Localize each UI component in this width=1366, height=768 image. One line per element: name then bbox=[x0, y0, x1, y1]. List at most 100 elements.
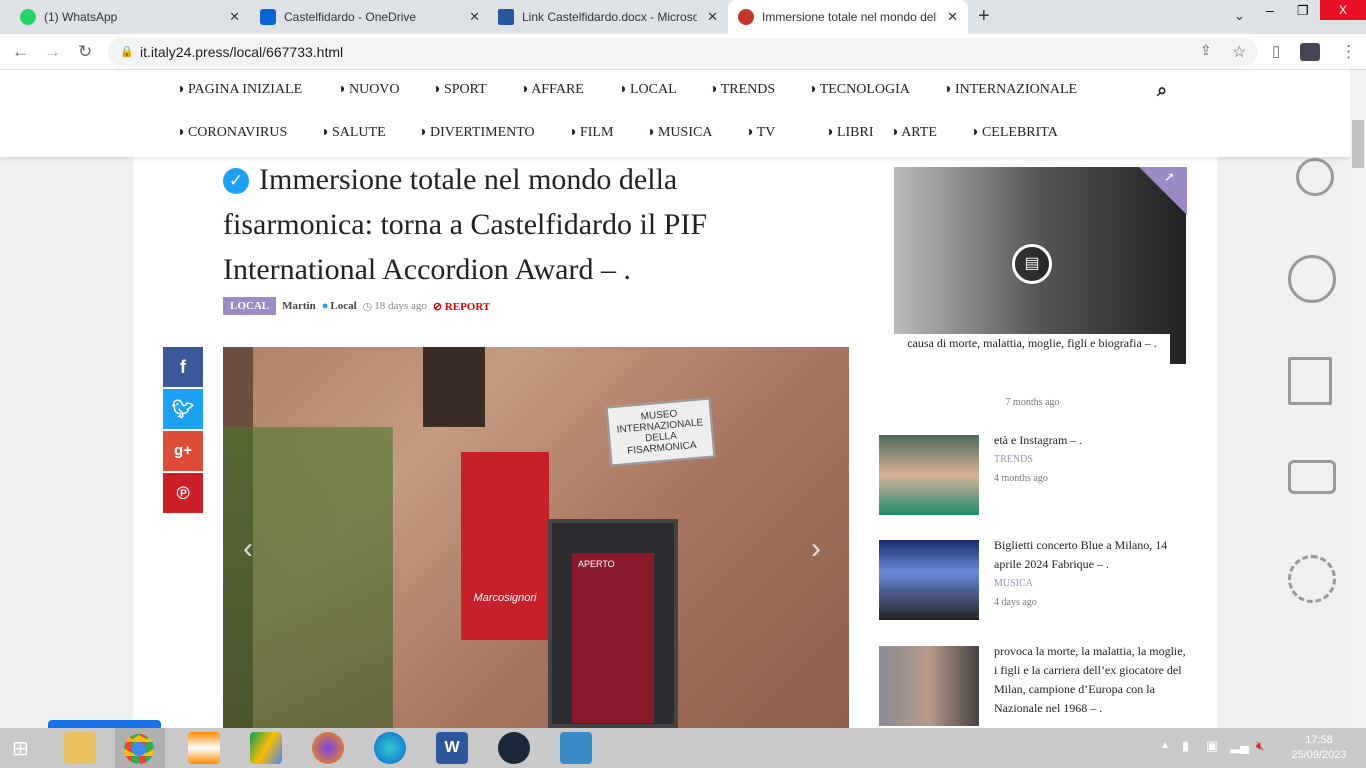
post-title[interactable]: età e Instagram – . bbox=[994, 431, 1184, 450]
close-tab-icon[interactable]: ✕ bbox=[469, 9, 480, 25]
forward-icon[interactable]: → bbox=[44, 42, 61, 62]
back-icon[interactable]: ← bbox=[12, 42, 29, 62]
volume-muted-icon[interactable]: 🔇︎ bbox=[1256, 738, 1264, 754]
report-link[interactable]: ⊘ REPORT bbox=[433, 300, 490, 313]
nav-item-salute[interactable]: ◑ SALUTE bbox=[320, 125, 386, 141]
nav-item-film[interactable]: ◑ FILM bbox=[568, 125, 613, 141]
ubuntu-icon[interactable] bbox=[1288, 255, 1336, 303]
post-thumbnail[interactable] bbox=[879, 646, 979, 726]
post-date: 4 days ago bbox=[994, 597, 1037, 608]
nav-label: SPORT bbox=[443, 82, 487, 97]
menu-icon[interactable]: ⋮ bbox=[1340, 42, 1357, 62]
photos-icon[interactable] bbox=[560, 732, 592, 764]
nav-item-divertimento[interactable]: ◑ DIVERTIMENTO bbox=[418, 125, 535, 141]
article-time: 18 days ago bbox=[374, 300, 427, 312]
battery-icon[interactable]: ▮ bbox=[1182, 738, 1189, 754]
sidebar-post[interactable]: provoca la morte, la malattia, la moglie… bbox=[994, 642, 1189, 718]
tab-title: Castelfidardo - OneDrive bbox=[284, 10, 417, 24]
url-input[interactable]: 🔒 it.italy24.press/local/667733.html bbox=[108, 38, 1258, 66]
tab-word[interactable]: Link Castelfidardo.docx - Microsoft Word… bbox=[488, 0, 728, 34]
windows-icon[interactable] bbox=[1288, 357, 1332, 405]
category-badge[interactable]: LOCAL bbox=[223, 297, 277, 315]
signal-icon[interactable]: ▂▄ bbox=[1230, 738, 1249, 754]
share-icon[interactable]: ⇪ bbox=[1200, 42, 1212, 59]
featured-post[interactable]: ➚ ▤ causa di morte, malattia, moglie, fi… bbox=[879, 157, 1187, 394]
nav-item-pagina-iniziale[interactable]: ◑ PAGINA INIZIALE bbox=[176, 82, 302, 98]
twitter-share-button[interactable]: 🐦︎ bbox=[163, 389, 203, 429]
settings-gear-icon[interactable] bbox=[1288, 555, 1336, 603]
chat-widget-tab[interactable] bbox=[48, 720, 161, 728]
close-window-button[interactable]: X bbox=[1320, 0, 1366, 20]
steam-icon[interactable] bbox=[498, 732, 530, 764]
post-category[interactable]: MUSICA bbox=[994, 578, 1189, 589]
close-tab-icon[interactable]: ✕ bbox=[229, 9, 240, 25]
reload-icon[interactable]: ↻ bbox=[78, 42, 92, 62]
new-tab-button[interactable]: + bbox=[978, 5, 990, 28]
nav-item-internazionale[interactable]: ◑ INTERNAZIONALE bbox=[943, 82, 1077, 98]
slider-next-icon[interactable]: › bbox=[811, 532, 821, 566]
post-thumbnail[interactable] bbox=[879, 435, 979, 515]
author-category[interactable]: Local bbox=[330, 300, 356, 312]
half-circle-icon: ◑ bbox=[337, 82, 349, 97]
nav-item-tv[interactable]: ◑ TV bbox=[745, 125, 775, 141]
nav-item-coronavirus[interactable]: ◑ CORONAVIRUS bbox=[176, 125, 287, 141]
post-title[interactable]: provoca la morte, la malattia, la moglie… bbox=[994, 642, 1189, 718]
article-container: ✓ Immersione totale nel mondo della fisar… bbox=[133, 157, 1217, 728]
display-switch-icon[interactable] bbox=[1288, 460, 1336, 494]
post-category[interactable]: TRENDS bbox=[994, 454, 1184, 465]
title-text: Immersione totale nel mondo della fisarm… bbox=[223, 163, 708, 286]
tray-chevron-icon[interactable]: ▲ bbox=[1160, 740, 1170, 751]
firefox-icon[interactable] bbox=[312, 732, 344, 764]
nav-label: TRENDS bbox=[720, 82, 776, 97]
scrollbar[interactable] bbox=[1350, 70, 1366, 728]
tab-onedrive[interactable]: Castelfidardo - OneDrive ✕ bbox=[250, 0, 490, 34]
word-taskbar-icon[interactable]: W bbox=[436, 732, 468, 764]
nav-label: TECNOLOGIA bbox=[819, 82, 910, 97]
close-tab-icon[interactable]: ✕ bbox=[947, 9, 958, 25]
slider-prev-icon[interactable]: ‹ bbox=[243, 532, 253, 566]
nav-item-sport[interactable]: ◑ SPORT bbox=[432, 82, 487, 98]
scrollbar-thumb[interactable] bbox=[1352, 120, 1364, 168]
nav-item-musica[interactable]: ◑ MUSICA bbox=[646, 125, 712, 141]
google-drive-icon[interactable] bbox=[250, 732, 282, 764]
bookmark-star-icon[interactable]: ☆ bbox=[1232, 42, 1246, 62]
edge-icon[interactable] bbox=[374, 732, 406, 764]
nav-item-affare[interactable]: ◑ AFFARE bbox=[520, 82, 584, 98]
network-icon[interactable]: ▣ bbox=[1206, 738, 1218, 754]
chrome-taskbar-button[interactable] bbox=[115, 728, 165, 768]
post-title[interactable]: Biglietti concerto Blue a Milano, 14 apr… bbox=[994, 536, 1189, 574]
nav-item-nuovo[interactable]: ◑ NUOVO bbox=[337, 82, 400, 98]
minimize-button[interactable]: – bbox=[1266, 2, 1274, 18]
sidebar-post[interactable]: Biglietti concerto Blue a Milano, 14 apr… bbox=[994, 536, 1189, 608]
pinterest-share-button[interactable]: ℗ bbox=[163, 473, 203, 513]
sidebar-post[interactable]: età e Instagram – . TRENDS 4 months ago bbox=[994, 431, 1184, 484]
nav-item-tecnologia[interactable]: ◑ TECNOLOGIA bbox=[808, 82, 910, 98]
post-thumbnail[interactable] bbox=[879, 540, 979, 620]
tab-search-icon[interactable]: ⌄ bbox=[1234, 8, 1245, 24]
search-magnifier-icon[interactable] bbox=[1296, 158, 1334, 196]
tab-whatsapp[interactable]: (1) WhatsApp ✕ bbox=[10, 0, 250, 34]
vlc-icon[interactable] bbox=[188, 732, 220, 764]
nav-label: LIBRI bbox=[836, 125, 874, 140]
nav-item-arte[interactable]: ◑ ARTE bbox=[890, 125, 937, 141]
nav-item-local[interactable]: ◑ LOCAL bbox=[618, 82, 677, 98]
nav-label: SALUTE bbox=[331, 125, 386, 140]
search-icon[interactable]: ⌕ bbox=[1157, 80, 1167, 101]
close-tab-icon[interactable]: ✕ bbox=[707, 9, 718, 25]
nav-item-trends[interactable]: ◑ TRENDS bbox=[709, 82, 775, 98]
half-circle-icon: ◑ bbox=[176, 82, 188, 97]
clock[interactable]: 17:58 25/09/2023 bbox=[1290, 733, 1348, 763]
author-link[interactable]: Martin bbox=[282, 300, 316, 312]
nav-item-celebrita[interactable]: ◑ CELEBRITA bbox=[970, 125, 1058, 141]
nav-item-libri[interactable]: ◑ LIBRI bbox=[825, 125, 874, 141]
side-panel-icon[interactable]: ▯ bbox=[1272, 42, 1280, 60]
facebook-share-button[interactable]: f bbox=[163, 347, 203, 387]
file-explorer-icon[interactable] bbox=[64, 732, 96, 764]
featured-title[interactable]: causa di morte, malattia, moglie, figli … bbox=[894, 334, 1170, 394]
maximize-button[interactable]: ❐ bbox=[1297, 3, 1309, 19]
tab-article[interactable]: Immersione totale nel mondo della fisarm… bbox=[728, 0, 968, 34]
half-circle-icon: ◑ bbox=[745, 125, 757, 140]
google-plus-share-button[interactable]: g+ bbox=[163, 431, 203, 471]
profile-avatar[interactable] bbox=[1300, 43, 1320, 61]
start-windows-icon[interactable]: ⊞ bbox=[12, 736, 29, 761]
